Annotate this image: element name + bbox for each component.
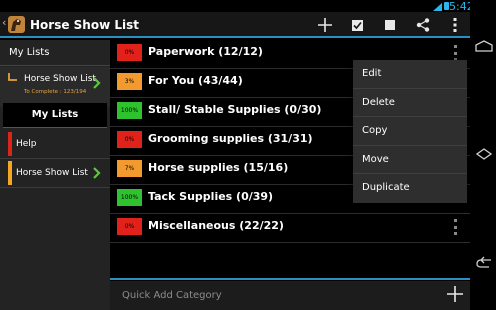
category-label: Miscellaneous (22/22) xyxy=(148,219,284,232)
category-row[interactable]: 0% Miscellaneous (22/22) xyxy=(110,214,470,243)
overflow-icon[interactable] xyxy=(445,15,465,35)
category-label: Tack Supplies (0/39) xyxy=(148,190,274,203)
drawer-item-label: Help xyxy=(16,139,37,149)
row-overflow-icon[interactable] xyxy=(451,45,459,61)
progress-badge: 0% xyxy=(117,44,142,61)
progress-badge: 0% xyxy=(117,218,142,235)
left-drawer: My Lists Horse Show List To Complete : 1… xyxy=(0,40,110,310)
selected-list-progress: To Complete : 123/194 xyxy=(24,89,87,95)
corner-arrow-icon xyxy=(8,73,17,81)
menu-item-label: Copy xyxy=(362,125,388,137)
category-label: Stall/ Stable Supplies (0/30) xyxy=(148,103,322,116)
progress-badge: 0% xyxy=(117,131,142,148)
color-bar xyxy=(8,161,12,185)
add-category-icon[interactable] xyxy=(447,286,463,302)
category-label: Horse supplies (15/16) xyxy=(148,161,289,174)
row-overflow-icon[interactable] xyxy=(451,219,459,235)
menu-item-copy[interactable]: Copy xyxy=(353,117,467,146)
category-label: For You (43/44) xyxy=(148,74,243,87)
row-context-menu: Edit Delete Copy Move Duplicate xyxy=(353,60,467,203)
progress-badge: 100% xyxy=(117,189,142,206)
drawer-item-label: Horse Show List xyxy=(16,168,88,178)
progress-badge: 3% xyxy=(117,73,142,90)
color-bar xyxy=(8,132,12,156)
back-caret-icon[interactable]: ‹ xyxy=(2,16,6,29)
checkbox-checked-icon[interactable] xyxy=(347,15,367,35)
add-icon[interactable] xyxy=(315,15,335,35)
navigation-bar xyxy=(470,0,496,310)
menu-item-delete[interactable]: Delete xyxy=(353,89,467,118)
menu-item-label: Move xyxy=(362,153,389,165)
signal-icon xyxy=(433,3,442,11)
menu-item-move[interactable]: Move xyxy=(353,146,467,175)
divider xyxy=(110,278,470,280)
category-label: Grooming supplies (31/31) xyxy=(148,132,313,145)
quick-add-input[interactable]: Quick Add Category xyxy=(122,290,222,301)
checkbox-unchecked-icon[interactable] xyxy=(380,15,400,35)
menu-item-label: Duplicate xyxy=(362,182,410,194)
selected-list[interactable]: Horse Show List To Complete : 123/194 xyxy=(0,67,110,107)
my-lists-button[interactable]: My Lists xyxy=(3,103,107,128)
progress-badge: 100% xyxy=(117,102,142,119)
app-logo[interactable] xyxy=(8,16,25,33)
back-icon[interactable] xyxy=(475,254,493,270)
drawer-header-label: My Lists xyxy=(9,47,50,58)
menu-item-label: Delete xyxy=(362,96,395,108)
menu-item-label: Edit xyxy=(362,68,382,79)
status-bar: 5:42 xyxy=(0,0,474,13)
my-lists-button-label: My Lists xyxy=(31,109,79,120)
home-icon[interactable] xyxy=(475,38,493,54)
recent-apps-icon[interactable] xyxy=(475,146,493,162)
share-icon[interactable] xyxy=(413,15,433,35)
drawer-header: My Lists xyxy=(0,40,110,66)
app-title: Horse Show List xyxy=(30,18,139,32)
drawer-item-horse-show-list[interactable]: Horse Show List xyxy=(0,160,110,188)
category-label: Paperwork (12/12) xyxy=(148,45,263,58)
quick-add-bar: Quick Add Category xyxy=(110,281,470,310)
menu-item-edit[interactable]: Edit xyxy=(353,60,467,89)
selected-list-title: Horse Show List xyxy=(24,74,96,84)
menu-item-duplicate[interactable]: Duplicate xyxy=(353,174,467,203)
progress-badge: 7% xyxy=(117,160,142,177)
drawer-item-help[interactable]: Help xyxy=(0,131,110,159)
chevron-right-icon[interactable] xyxy=(93,167,101,179)
chevron-right-icon[interactable] xyxy=(93,77,101,89)
action-bar: ‹ Horse Show List xyxy=(0,12,470,38)
